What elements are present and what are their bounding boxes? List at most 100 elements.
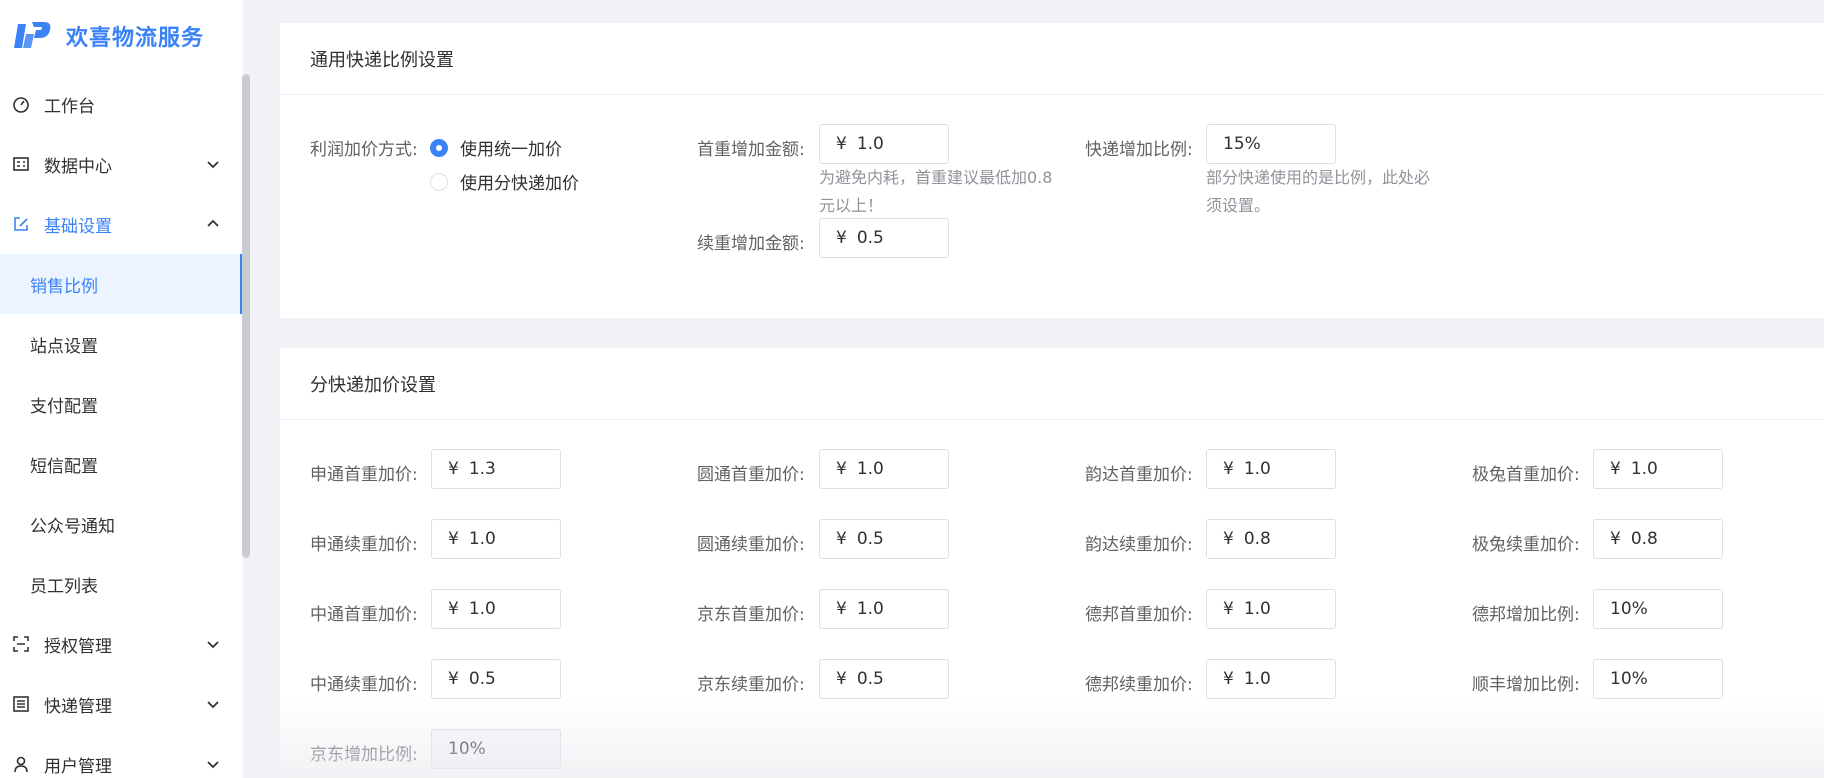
card-title: 分快递加价设置	[280, 348, 1824, 420]
currency-symbol: ¥	[448, 599, 459, 619]
yunda-cont-label: 韵达续重加价:	[1085, 535, 1193, 555]
cont-weight-input[interactable]: ¥ 0.5	[819, 218, 949, 258]
input-value: 0.5	[856, 669, 884, 689]
deppon-first-input[interactable]: ¥1.0	[1206, 589, 1336, 629]
input-value: 10%	[1610, 669, 1648, 689]
jitu-first-label: 极兔首重加价:	[1472, 465, 1580, 485]
input-value: 1.0	[856, 134, 884, 154]
dashboard-icon	[12, 95, 30, 113]
sidebar-subitem-payment-config[interactable]: 支付配置	[0, 374, 243, 434]
yto-first-label: 圆通首重加价:	[697, 465, 805, 485]
radio-label: 使用分快递加价	[460, 174, 579, 194]
sto-first-label: 申通首重加价:	[310, 465, 418, 485]
sidebar-item-label: 快递管理	[44, 696, 112, 717]
sidebar-item-express[interactable]: 快递管理	[0, 674, 243, 734]
input-value: 10%	[448, 739, 486, 759]
input-value: 0.5	[856, 228, 884, 248]
yto-cont-input[interactable]: ¥0.5	[819, 519, 949, 559]
input-value: 1.0	[468, 529, 496, 549]
currency-symbol: ¥	[836, 669, 847, 689]
zto-first-label: 中通首重加价:	[310, 605, 418, 625]
cont-weight-label: 续重增加金额:	[697, 234, 805, 254]
jitu-first-input[interactable]: ¥1.0	[1593, 449, 1723, 489]
radio-per-express-markup[interactable]: 使用分快递加价	[430, 169, 579, 194]
express-ratio-input[interactable]: 15%	[1206, 124, 1336, 164]
app-title: 欢喜物流服务	[66, 26, 205, 51]
markup-method-label: 利润加价方式:	[310, 140, 418, 160]
currency-symbol: ¥	[1223, 669, 1234, 689]
zto-cont-input[interactable]: ¥0.5	[431, 659, 561, 699]
sidebar-subitem-official-account[interactable]: 公众号通知	[0, 494, 243, 554]
sidebar-item-auth[interactable]: 授权管理	[0, 614, 243, 674]
currency-symbol: ¥	[1223, 529, 1234, 549]
currency-symbol: ¥	[836, 599, 847, 619]
sidebar: 欢喜物流服务 工作台 数据中心 基础设置 销售比例 站点设置 支付配置 短信配置…	[0, 0, 243, 778]
sidebar-menu: 工作台 数据中心 基础设置 销售比例 站点设置 支付配置 短信配置 公众号通知 …	[0, 74, 243, 778]
chevron-up-icon	[205, 216, 221, 232]
input-value: 0.8	[1243, 529, 1271, 549]
input-value: 0.8	[1630, 529, 1658, 549]
sidebar-item-workbench[interactable]: 工作台	[0, 74, 243, 134]
sto-cont-input[interactable]: ¥1.0	[431, 519, 561, 559]
sidebar-item-basic-settings[interactable]: 基础设置	[0, 194, 243, 254]
sidebar-subitem-sms-config[interactable]: 短信配置	[0, 434, 243, 494]
sidebar-scrollbar[interactable]	[242, 74, 250, 558]
input-value: 1.0	[856, 599, 884, 619]
input-value: 15%	[1223, 134, 1261, 154]
sidebar-item-label: 授权管理	[44, 636, 112, 657]
radio-label: 使用统一加价	[460, 140, 562, 160]
sidebar-item-label: 工作台	[44, 96, 95, 117]
radio-unified-markup[interactable]: 使用统一加价	[430, 135, 562, 160]
currency-symbol: ¥	[836, 228, 847, 248]
radio-indicator	[430, 172, 448, 191]
currency-symbol: ¥	[836, 459, 847, 479]
zto-first-input[interactable]: ¥1.0	[431, 589, 561, 629]
chevron-down-icon	[205, 636, 221, 652]
currency-symbol: ¥	[1223, 599, 1234, 619]
data-icon	[12, 155, 30, 173]
currency-symbol: ¥	[1610, 459, 1621, 479]
sidebar-subitem-site-settings[interactable]: 站点设置	[0, 314, 243, 374]
jd-first-label: 京东首重加价:	[697, 605, 805, 625]
sto-first-input[interactable]: ¥1.3	[431, 449, 561, 489]
jitu-cont-label: 极兔续重加价:	[1472, 535, 1580, 555]
jitu-cont-input[interactable]: ¥0.8	[1593, 519, 1723, 559]
logo-icon	[12, 18, 52, 54]
deppon-ratio-label: 德邦增加比例:	[1472, 605, 1580, 625]
yunda-cont-input[interactable]: ¥0.8	[1206, 519, 1336, 559]
yunda-first-input[interactable]: ¥1.0	[1206, 449, 1336, 489]
list-icon	[12, 695, 30, 713]
sidebar-item-label: 用户管理	[44, 756, 112, 777]
per-express-settings-card: 分快递加价设置 申通首重加价: ¥1.3 圆通首重加价: ¥1.0 韵达首重加价…	[280, 348, 1824, 778]
sidebar-subitem-sales-ratio[interactable]: 销售比例	[0, 254, 243, 314]
sidebar-item-data-center[interactable]: 数据中心	[0, 134, 243, 194]
jd-cont-input[interactable]: ¥0.5	[819, 659, 949, 699]
sidebar-subitem-staff-list[interactable]: 员工列表	[0, 554, 243, 614]
deppon-cont-input[interactable]: ¥1.0	[1206, 659, 1336, 699]
sf-ratio-input[interactable]: 10%	[1593, 659, 1723, 699]
input-value: 0.5	[468, 669, 496, 689]
input-value: 1.0	[856, 459, 884, 479]
currency-symbol: ¥	[448, 669, 459, 689]
sidebar-item-user[interactable]: 用户管理	[0, 734, 243, 778]
yto-first-input[interactable]: ¥1.0	[819, 449, 949, 489]
card-title: 通用快递比例设置	[280, 23, 1824, 95]
input-value: 1.0	[468, 599, 496, 619]
jd-ratio-label: 京东增加比例:	[310, 745, 418, 765]
deppon-first-label: 德邦首重加价:	[1085, 605, 1193, 625]
jd-ratio-input[interactable]: 10%	[431, 729, 561, 769]
first-weight-label: 首重增加金额:	[697, 140, 805, 160]
input-value: 1.0	[1243, 669, 1271, 689]
currency-symbol: ¥	[1610, 529, 1621, 549]
currency-symbol: ¥	[1223, 459, 1234, 479]
yto-cont-label: 圆通续重加价:	[697, 535, 805, 555]
jd-first-input[interactable]: ¥1.0	[819, 589, 949, 629]
sidebar-item-label: 数据中心	[44, 156, 112, 177]
logo[interactable]: 欢喜物流服务	[12, 16, 204, 56]
chevron-down-icon	[205, 696, 221, 712]
first-weight-input[interactable]: ¥ 1.0	[819, 124, 949, 164]
currency-symbol: ¥	[448, 529, 459, 549]
user-icon	[12, 755, 30, 773]
deppon-ratio-input[interactable]: 10%	[1593, 589, 1723, 629]
chevron-down-icon	[205, 756, 221, 772]
